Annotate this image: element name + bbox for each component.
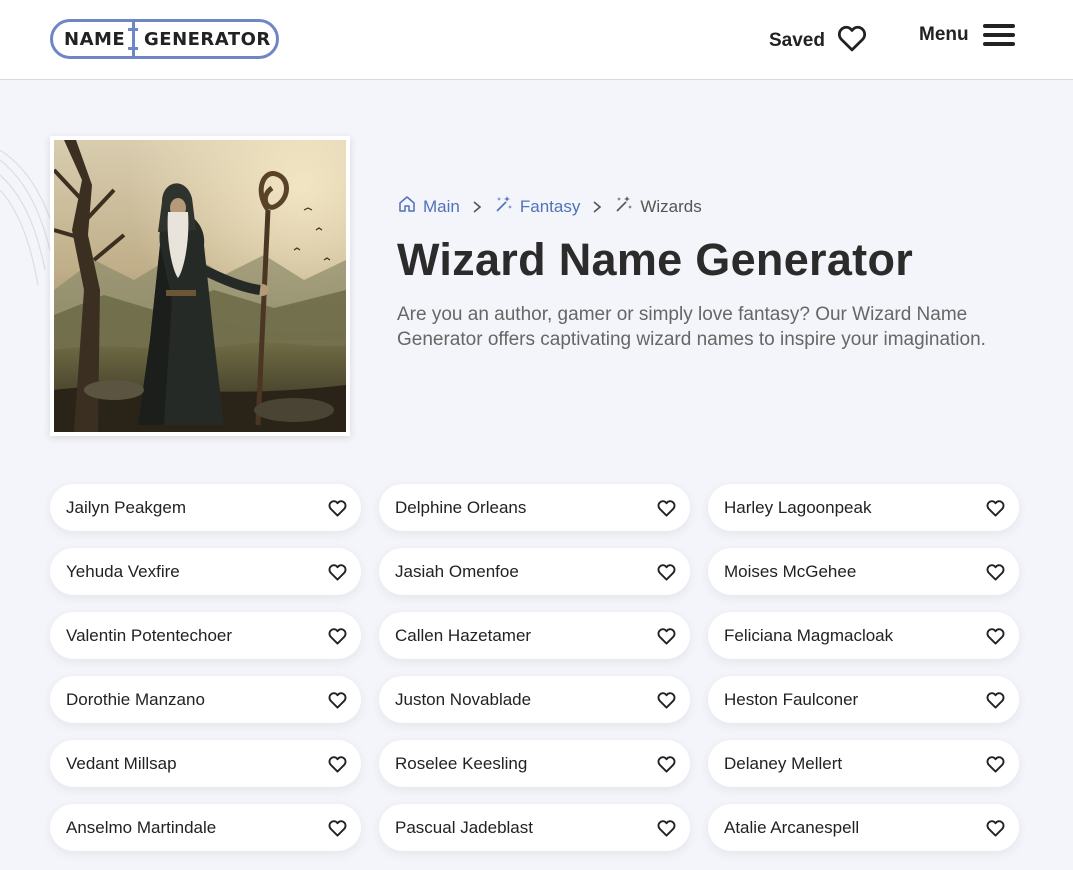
page-title: Wizard Name Generator bbox=[397, 234, 914, 285]
heart-icon[interactable] bbox=[327, 754, 347, 774]
page-intro: Are you an author, gamer or simply love … bbox=[397, 304, 986, 350]
name-text: Atalie Arcanespell bbox=[724, 817, 860, 837]
heart-icon[interactable] bbox=[656, 626, 676, 646]
name-text: Delphine Orleans bbox=[395, 497, 527, 517]
saved-button[interactable]: Saved bbox=[769, 24, 867, 57]
name-card[interactable]: Jailyn Peakgem bbox=[50, 484, 361, 531]
name-text: Valentin Potentechoer bbox=[66, 625, 233, 645]
name-card[interactable]: Yehuda Vexfire bbox=[50, 548, 361, 595]
name-text: Dorothie Manzano bbox=[66, 689, 205, 709]
heart-icon[interactable] bbox=[985, 626, 1005, 646]
heart-icon[interactable] bbox=[985, 690, 1005, 710]
name-text: Callen Hazetamer bbox=[395, 625, 532, 645]
magic-wand-icon bbox=[494, 194, 514, 219]
breadcrumb-item-wizards: Wizards bbox=[614, 194, 702, 219]
heart-icon[interactable] bbox=[327, 626, 347, 646]
heart-icon[interactable] bbox=[656, 690, 676, 710]
menu-button[interactable]: Menu bbox=[919, 24, 1015, 46]
name-text: Juston Novablade bbox=[395, 689, 532, 709]
heart-icon[interactable] bbox=[985, 562, 1005, 582]
name-text: Harley Lagoonpeak bbox=[724, 497, 872, 517]
chevron-right-icon bbox=[592, 200, 602, 214]
heart-icon[interactable] bbox=[327, 818, 347, 838]
logo-text-generator: GENERATOR bbox=[144, 29, 271, 50]
name-text: Roselee Keesling bbox=[395, 753, 528, 773]
name-card[interactable]: Harley Lagoonpeak bbox=[708, 484, 1019, 531]
name-text: Feliciana Magmacloak bbox=[724, 625, 894, 645]
name-card[interactable]: Jasiah Omenfoe bbox=[379, 548, 690, 595]
hamburger-icon bbox=[982, 24, 1015, 46]
home-icon bbox=[397, 194, 417, 219]
name-text: Jailyn Peakgem bbox=[66, 497, 187, 517]
name-card[interactable]: Delaney Mellert bbox=[708, 740, 1019, 787]
name-card[interactable]: Delphine Orleans bbox=[379, 484, 690, 531]
heart-icon[interactable] bbox=[656, 818, 676, 838]
heart-icon[interactable] bbox=[985, 754, 1005, 774]
heart-icon bbox=[837, 24, 867, 57]
breadcrumb-item-main[interactable]: Main bbox=[397, 194, 460, 219]
name-card[interactable]: Atalie Arcanespell bbox=[708, 804, 1019, 851]
logo-text-name: NAME bbox=[64, 29, 126, 50]
saved-label: Saved bbox=[769, 29, 825, 51]
name-text: Yehuda Vexfire bbox=[66, 561, 180, 581]
site-logo[interactable]: NAME GENERATOR bbox=[50, 19, 279, 59]
name-text: Anselmo Martindale bbox=[66, 817, 217, 837]
heart-icon[interactable] bbox=[656, 498, 676, 518]
name-card[interactable]: Anselmo Martindale bbox=[50, 804, 361, 851]
heart-icon[interactable] bbox=[327, 690, 347, 710]
name-card[interactable]: Dorothie Manzano bbox=[50, 676, 361, 723]
menu-label: Menu bbox=[919, 24, 969, 45]
name-text: Vedant Millsap bbox=[66, 753, 177, 773]
breadcrumb-label: Wizards bbox=[640, 196, 702, 216]
breadcrumb-label: Main bbox=[423, 196, 460, 216]
chevron-right-icon bbox=[472, 200, 482, 214]
name-card[interactable]: Pascual Jadeblast bbox=[379, 804, 690, 851]
heart-icon[interactable] bbox=[656, 562, 676, 582]
heart-icon[interactable] bbox=[985, 498, 1005, 518]
heart-icon[interactable] bbox=[327, 562, 347, 582]
heart-icon[interactable] bbox=[985, 818, 1005, 838]
name-card[interactable]: Roselee Keesling bbox=[379, 740, 690, 787]
name-list: Jailyn Peakgem Delphine Orleans Harley Lag… bbox=[50, 484, 1019, 851]
name-card[interactable]: Moises McGehee bbox=[708, 548, 1019, 595]
name-text: Delaney Mellert bbox=[724, 753, 843, 773]
magic-wand-icon bbox=[614, 194, 634, 219]
name-card[interactable]: Valentin Potentechoer bbox=[50, 612, 361, 659]
name-card[interactable]: Heston Faulconer bbox=[708, 676, 1019, 723]
site-header: NAME GENERATOR Saved Menu bbox=[0, 0, 1073, 80]
name-text: Moises McGehee bbox=[724, 561, 857, 581]
wizard-illustration bbox=[50, 136, 350, 436]
name-card[interactable]: Juston Novablade bbox=[379, 676, 690, 723]
name-text: Pascual Jadeblast bbox=[395, 817, 533, 837]
breadcrumb-label: Fantasy bbox=[519, 196, 581, 216]
name-text: Heston Faulconer bbox=[724, 689, 859, 709]
name-text: Jasiah Omenfoe bbox=[395, 561, 519, 581]
breadcrumb: Main Fantasy Wizards bbox=[397, 194, 702, 219]
logo-divider bbox=[128, 19, 138, 59]
name-card[interactable]: Feliciana Magmacloak bbox=[708, 612, 1019, 659]
name-card[interactable]: Vedant Millsap bbox=[50, 740, 361, 787]
heart-icon[interactable] bbox=[327, 498, 347, 518]
heart-icon[interactable] bbox=[656, 754, 676, 774]
name-card[interactable]: Callen Hazetamer bbox=[379, 612, 690, 659]
breadcrumb-item-fantasy[interactable]: Fantasy bbox=[494, 194, 580, 219]
